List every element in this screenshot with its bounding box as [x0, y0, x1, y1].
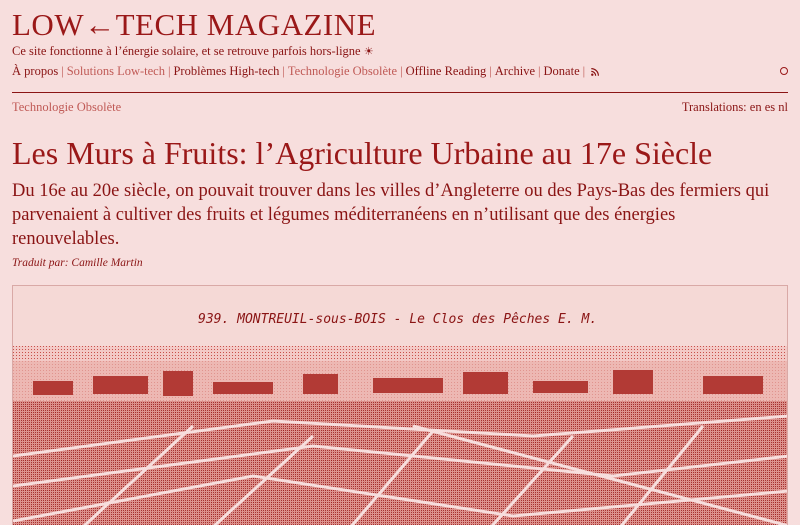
nav-item-a-propos[interactable]: À propos — [12, 64, 58, 78]
nav-separator: | — [538, 64, 541, 78]
translator-byline: Traduit par: Camille Martin — [12, 257, 143, 269]
nav-separator: | — [282, 64, 285, 78]
nav-item-technologie-obsolete[interactable]: Technologie Obsolète — [288, 64, 397, 78]
article-title: Les Murs à Fruits: l’Agriculture Urbaine… — [12, 135, 713, 171]
nav-item-solutions-low-tech[interactable]: Solutions Low-tech — [67, 64, 165, 78]
site-title[interactable]: LOW←TECH MAGAZINE — [12, 8, 376, 42]
nav-separator: | — [167, 64, 171, 78]
header-divider — [12, 92, 788, 93]
article-lede: Du 16e au 20e siècle, on pouvait trouver… — [12, 181, 770, 249]
nav-separator: | — [489, 64, 492, 78]
hero-image-caption: 939. MONTREUIL-sous-BOIS - Le Clos des P… — [198, 312, 597, 327]
nav-item-donate[interactable]: Donate — [544, 64, 580, 78]
nav-item-offline-reading[interactable]: Offline Reading — [406, 64, 487, 78]
circle-icon[interactable] — [780, 67, 788, 75]
nav-separator: | — [61, 64, 64, 78]
nav-item-problemes-high-tech[interactable]: Problèmes High-tech — [173, 64, 279, 78]
rss-icon[interactable] — [591, 65, 600, 76]
nav-separator: | — [582, 64, 586, 78]
translations: Translations: en es nl — [682, 100, 788, 115]
sun-icon: ☀ — [363, 45, 374, 58]
translation-link-es[interactable]: es — [765, 100, 775, 114]
nav-item-archive[interactable]: Archive — [495, 64, 535, 78]
nav-separator: | — [400, 64, 403, 78]
translation-link-en[interactable]: en — [750, 100, 762, 114]
site-tagline: Ce site fonctionne à l’énergie solaire, … — [12, 44, 374, 59]
hero-image: 939. MONTREUIL-sous-BOIS - Le Clos des P… — [12, 285, 788, 525]
translation-link-nl[interactable]: nl — [778, 100, 788, 114]
tagline-text: Ce site fonctionne à l’énergie solaire, … — [12, 44, 361, 58]
translations-label: Translations: — [681, 100, 747, 114]
article-category-link[interactable]: Technologie Obsolète — [12, 100, 121, 115]
main-navigation: À propos | Solutions Low-tech | Problèmes Hi… — [12, 64, 600, 79]
